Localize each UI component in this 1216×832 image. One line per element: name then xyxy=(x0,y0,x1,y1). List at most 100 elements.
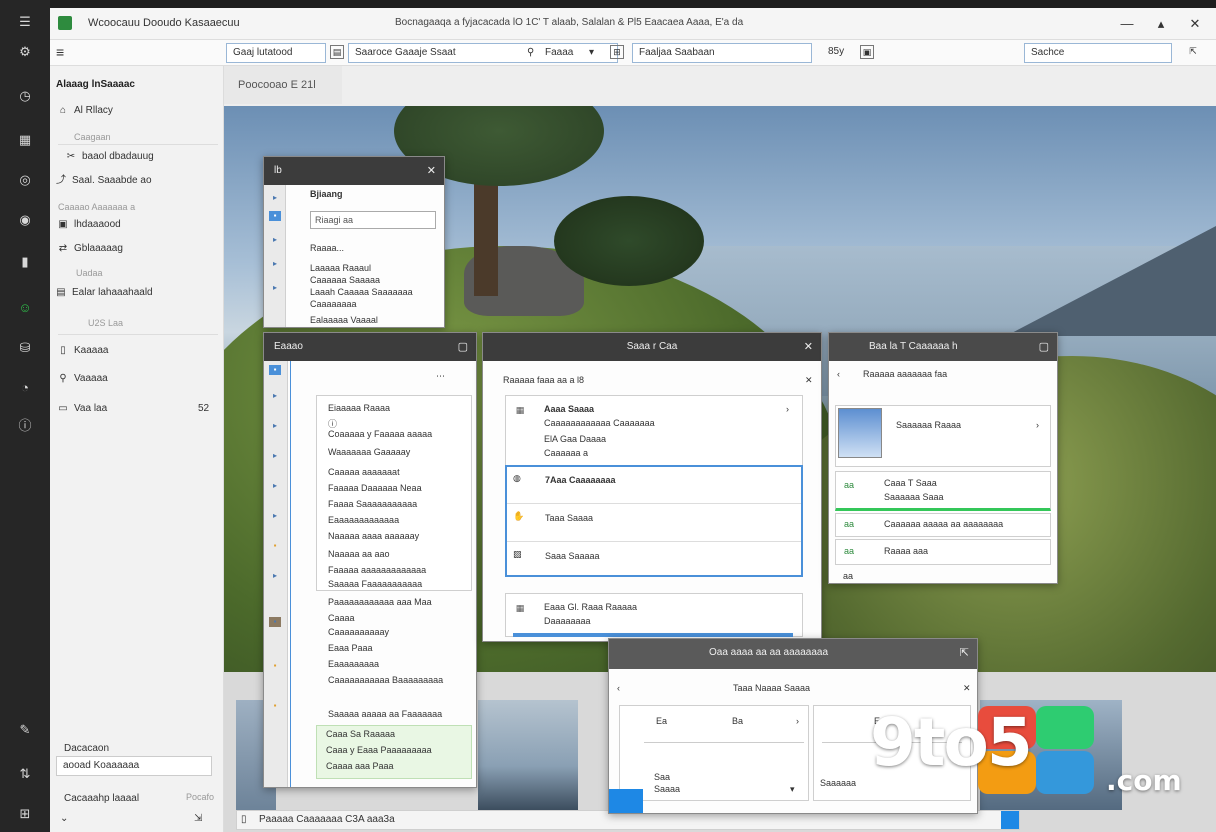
nav-icon[interactable]: ▸ xyxy=(269,481,281,491)
nav-icon[interactable]: ▸ xyxy=(269,235,281,245)
close-icon[interactable]: ✕ xyxy=(427,157,436,185)
clock-icon[interactable]: ◷ xyxy=(15,86,35,106)
list-item[interactable]: Naaaaa aa aao xyxy=(328,549,390,559)
close-icon[interactable]: ✕ xyxy=(963,683,971,694)
sidebar-item[interactable]: ⤴ Saal. Saaabde ao xyxy=(54,172,224,190)
card[interactable]: aa Raaaa aaa xyxy=(835,539,1051,565)
dialog-item[interactable]: Caaaaaa Saaaaa xyxy=(310,275,380,285)
dialog-item[interactable]: Laaah Caaaaa Saaaaaaa xyxy=(310,287,413,297)
pin-icon[interactable]: ✎ xyxy=(15,720,35,740)
card[interactable]: ▦ Eaaa Gl. Raaa Raaaaa Daaaaaaaa xyxy=(505,593,803,637)
back-icon[interactable]: ‹ xyxy=(617,683,620,693)
nav-icon[interactable]: ▪ xyxy=(269,701,281,711)
dialog-item[interactable]: Raaaa... xyxy=(310,243,344,253)
sidebar-item[interactable]: ✂ baaol dbadauug xyxy=(64,148,234,166)
nav-icon[interactable]: ▸ xyxy=(269,259,281,269)
sidebar-item[interactable]: ⌂ Al Rllacy xyxy=(56,102,226,120)
sidebar-item[interactable]: ▣ lhdaaaood xyxy=(56,216,226,234)
minimize-button[interactable]: — xyxy=(1118,15,1136,33)
globe-icon[interactable]: ◎ xyxy=(15,170,35,190)
nav-icon[interactable]: ▸ xyxy=(269,421,281,431)
filter-field[interactable]: Faaljaa Saabaan xyxy=(632,43,812,63)
global-search-input[interactable]: Sachce xyxy=(1024,43,1172,63)
sidebar-item[interactable]: ⚲ Vaaaaa xyxy=(56,370,226,388)
settings-icon[interactable]: ⚙ xyxy=(15,42,35,62)
card-title[interactable]: Taaa Saaaa xyxy=(545,513,593,523)
chevron-down-icon[interactable]: ▾ xyxy=(589,44,594,62)
grid-view-icon[interactable]: ⊞ xyxy=(610,45,624,59)
layout-icon[interactable]: ▣ xyxy=(860,45,874,59)
list-item[interactable]: Waaaaaaa Gaaaaay xyxy=(328,447,410,457)
target-icon[interactable]: ◉ xyxy=(15,210,35,230)
selected-item[interactable]: Caaa Sa Raaaaa xyxy=(326,729,395,739)
maximize-icon[interactable]: ▢ xyxy=(458,333,468,361)
chart-icon[interactable]: ◔ xyxy=(15,378,35,398)
nav-icon[interactable]: ▸ xyxy=(269,193,281,203)
database-icon[interactable]: ⛁ xyxy=(15,338,35,358)
person-icon[interactable]: ☺ xyxy=(15,298,35,318)
nav-icon[interactable]: ▸ xyxy=(269,283,281,293)
restore-button[interactable]: ▴ xyxy=(1152,15,1170,33)
nav-icon[interactable]: ▪ xyxy=(269,661,281,671)
sidebar-item[interactable]: ⇄ Gblaaaaag xyxy=(56,240,226,258)
menu-icon[interactable]: ≡ xyxy=(56,45,72,59)
tune-icon[interactable]: ⇅ xyxy=(15,764,35,784)
close-icon[interactable]: ✕ xyxy=(805,375,813,386)
list-item[interactable]: Coaaaaa y Faaaaa aaaaa xyxy=(328,429,432,439)
nav-icon[interactable]: ▸ xyxy=(269,391,281,401)
close-button[interactable]: ✕ xyxy=(1186,15,1204,33)
card[interactable]: ▦ Aaaa Saaaa Caaaaaaaaaaaa Caaaaaaa ElA … xyxy=(505,395,803,467)
list-item[interactable]: Naaaaa aaaa aaaaaay xyxy=(328,531,419,541)
list-item[interactable]: Saaaaa aaaaa aa Faaaaaaa xyxy=(328,709,442,719)
dialog-item[interactable]: Laaaaa Raaaul xyxy=(310,263,371,273)
grid-cell[interactable]: Ea Ba › Saa Saaaa ▾ xyxy=(619,705,809,801)
dialog-search-field[interactable]: Riaagi aa xyxy=(310,211,436,229)
calendar-icon[interactable]: ▦ xyxy=(15,130,35,150)
chevron-right-icon[interactable]: › xyxy=(1036,420,1039,430)
back-icon[interactable]: ‹ xyxy=(837,369,840,379)
share-icon[interactable]: ⇱ xyxy=(1186,45,1200,59)
list-item[interactable]: Eaaa Paaa xyxy=(328,643,373,653)
more-icon[interactable]: ⋯ xyxy=(436,371,445,382)
list-item[interactable]: Caaaaaaaaaaa Baaaaaaaaa xyxy=(328,675,443,685)
grid-icon[interactable]: ⊞ xyxy=(15,804,35,824)
footer-input[interactable]: aooad Koaaaaaa xyxy=(56,756,212,776)
popout-icon[interactable]: ⇱ xyxy=(960,639,969,667)
card[interactable]: Saaaaaa Raaaa › xyxy=(835,405,1051,467)
nav-icon[interactable]: ▪ xyxy=(269,541,281,551)
list-item[interactable]: Faaaaa aaaaaaaaaaaaa xyxy=(328,565,426,575)
thumbnail-image[interactable] xyxy=(478,700,578,810)
zoom-level[interactable]: 85y xyxy=(828,46,844,57)
project-field[interactable]: Gaaj lutatood xyxy=(226,43,326,63)
expand-icon[interactable]: ⌄ xyxy=(60,810,74,828)
sidebar-item[interactable]: ▤ Ealar lahaaahaald xyxy=(54,284,224,302)
list-item[interactable]: Faaaa Saaaaaaaaaaa xyxy=(328,499,417,509)
app-icon[interactable]: ☰ xyxy=(15,12,35,32)
card-title[interactable]: Saaa Saaaaa xyxy=(545,551,600,561)
search-icon[interactable]: ⚲ xyxy=(527,44,534,62)
selected-item[interactable]: Caaa y Eaaa Paaaaaaaaa xyxy=(326,745,432,755)
maximize-icon[interactable]: ▢ xyxy=(1039,333,1049,361)
list-item[interactable]: Eaaaaaaaaa xyxy=(328,659,379,669)
card-title[interactable]: 7Aaa Caaaaaaaa xyxy=(545,475,616,485)
door-icon[interactable]: ▮ xyxy=(15,252,35,272)
breadcrumb[interactable]: Poocooao E 21l xyxy=(224,66,342,104)
list-item[interactable]: Saaaaa Faaaaaaaaaaa xyxy=(328,579,422,589)
list-item[interactable]: Eaaaaaaaaaaaaa xyxy=(328,515,399,525)
selected-item[interactable]: Caaaa aaa Paaa xyxy=(326,761,394,771)
search-input[interactable]: Saaroce Gaaaje Ssaat ⚲ Faaaa ▾ xyxy=(348,43,618,63)
nav-icon[interactable]: ▸ xyxy=(269,511,281,521)
status-action-button[interactable] xyxy=(1001,811,1019,829)
list-item[interactable]: Caaaa xyxy=(328,613,355,623)
footer-link[interactable]: Cacaaahp laaaal xyxy=(64,790,174,808)
list-item[interactable]: Paaaaaaaaaaaa aaa Maa xyxy=(328,597,432,607)
list-item[interactable]: Caaaaa aaaaaaat xyxy=(328,467,400,477)
card[interactable]: aa Caaaaaa aaaaa aa aaaaaaaa xyxy=(835,513,1051,537)
list-item[interactable]: Faaaaa Daaaaaa Neaa xyxy=(328,483,422,493)
card[interactable]: aa Caaa T Saaa Saaaaaa Saaa xyxy=(835,471,1051,511)
info-icon[interactable]: ⓘ xyxy=(15,416,35,436)
dialog-item[interactable]: Caaaaaaaa xyxy=(310,299,357,309)
list-item[interactable]: Caaaaaaaaaay xyxy=(328,627,389,637)
nav-icon[interactable]: ▪ xyxy=(269,365,281,375)
sidebar-item[interactable]: ▯ Kaaaaa xyxy=(56,342,226,360)
